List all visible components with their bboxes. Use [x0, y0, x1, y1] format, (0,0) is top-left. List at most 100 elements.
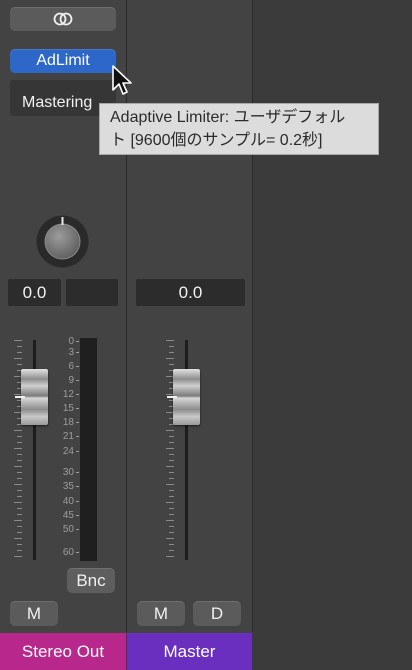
empty-mixer-area [253, 0, 412, 670]
fader-tick [166, 430, 174, 431]
fader-tick [17, 454, 22, 455]
channel-name-stereo-out[interactable]: Stereo Out [0, 633, 126, 670]
peak-display[interactable] [66, 279, 118, 306]
volume-value[interactable]: 0.0 [136, 279, 245, 306]
fader-tick [17, 532, 22, 533]
meter-scale-dash [76, 472, 79, 473]
fader-tick [17, 352, 22, 353]
meter-scale-label: 21 [62, 431, 74, 442]
meter-scale-dash [76, 501, 79, 502]
plugin-slot-adlimit[interactable]: AdLimit [10, 49, 116, 73]
meter-scale-dash [76, 394, 79, 395]
level-meter [80, 338, 97, 561]
fader-tick [17, 436, 22, 437]
fader-tick [14, 430, 22, 431]
fader-tick [17, 442, 22, 443]
fader-tick [169, 550, 174, 551]
fader-tick [166, 340, 174, 341]
channel-strip-master [127, 0, 252, 670]
plugin-tooltip: Adaptive Limiter: ユーザデフォル ト [9600個のサンプル=… [99, 103, 379, 155]
meter-scale-label: 35 [62, 481, 74, 492]
fader-tick [169, 460, 174, 461]
fader-tick [17, 544, 22, 545]
fader-tick [169, 514, 174, 515]
fader-tick [17, 526, 22, 527]
fader-tick [169, 544, 174, 545]
fader-tick [17, 490, 22, 491]
fader-tick [17, 346, 22, 347]
fader-tick [169, 526, 174, 527]
meter-scale-label: 9 [68, 375, 74, 386]
fader-tick [17, 496, 22, 497]
fader-tick [166, 484, 174, 485]
meter-scale-label: 12 [62, 389, 74, 400]
fader-tick [166, 538, 174, 539]
meter-scale-label: 45 [62, 510, 74, 521]
fader-tick [169, 454, 174, 455]
mute-button[interactable]: M [10, 601, 58, 626]
fader-tick [17, 460, 22, 461]
link-icon [53, 12, 73, 26]
meter-scale-dash [76, 552, 79, 553]
fader-tick [166, 556, 174, 557]
fader-tick [14, 538, 22, 539]
fader-tick [14, 466, 22, 467]
meter-scale-dash [76, 366, 79, 367]
meter-scale-dash [76, 352, 79, 353]
meter-scale-label: 24 [62, 446, 74, 457]
fader-tick [169, 532, 174, 533]
meter-scale-label: 6 [68, 361, 74, 372]
fader-tick [169, 436, 174, 437]
fader-tick [166, 466, 174, 467]
meter-scale-label: 30 [62, 467, 74, 478]
meter-scale-label: 3 [68, 347, 74, 358]
fader-tick [17, 364, 22, 365]
meter-scale-dash [76, 515, 79, 516]
fader-tick [169, 496, 174, 497]
dim-button[interactable]: D [193, 601, 241, 626]
fader-tick [166, 358, 174, 359]
fader-tick [14, 502, 22, 503]
meter-scale-label: 40 [62, 496, 74, 507]
tooltip-line-2: ト [9600個のサンプル= 0.2秒] [110, 132, 323, 149]
meter-scale-dash [76, 341, 79, 342]
fader-tick [14, 484, 22, 485]
meter-scale-label: 50 [62, 524, 74, 535]
fader-tick [17, 472, 22, 473]
fader-tick [169, 472, 174, 473]
meter-scale-dash [76, 380, 79, 381]
meter-scale-dash [76, 408, 79, 409]
meter-scale-label: 15 [62, 403, 74, 414]
channel-name-master[interactable]: Master [127, 633, 252, 670]
fader-tick [14, 448, 22, 449]
output-bnc-button[interactable]: Bnc [67, 568, 115, 593]
meter-scale-dash [76, 486, 79, 487]
fader-tick [169, 508, 174, 509]
setting-label-mastering: Mastering [22, 94, 93, 111]
fader-tick [14, 358, 22, 359]
meter-scale-dash [76, 451, 79, 452]
fader-tick [169, 352, 174, 353]
meter-scale-dash [76, 422, 79, 423]
pan-value[interactable]: 0.0 [8, 279, 61, 306]
fader-tick [169, 490, 174, 491]
link-button[interactable] [10, 7, 116, 31]
fader-tick [166, 448, 174, 449]
fader-tick [169, 478, 174, 479]
fader-tick [166, 502, 174, 503]
pointer-cursor-icon [112, 65, 132, 95]
master-volume-fader[interactable] [167, 369, 200, 425]
fader-tick [169, 442, 174, 443]
tooltip-line-1: Adaptive Limiter: ユーザデフォル [110, 109, 346, 126]
volume-fader[interactable] [15, 369, 48, 425]
pan-knob[interactable] [35, 214, 90, 269]
meter-scale-label: 0 [68, 336, 74, 347]
fader-tick [17, 514, 22, 515]
fader-tick [17, 550, 22, 551]
fader-tick [14, 520, 22, 521]
fader-tick [169, 346, 174, 347]
meter-scale-label: 18 [62, 417, 74, 428]
mute-button-master[interactable]: M [137, 601, 185, 626]
fader-tick [14, 340, 22, 341]
meter-scale-dash [76, 529, 79, 530]
